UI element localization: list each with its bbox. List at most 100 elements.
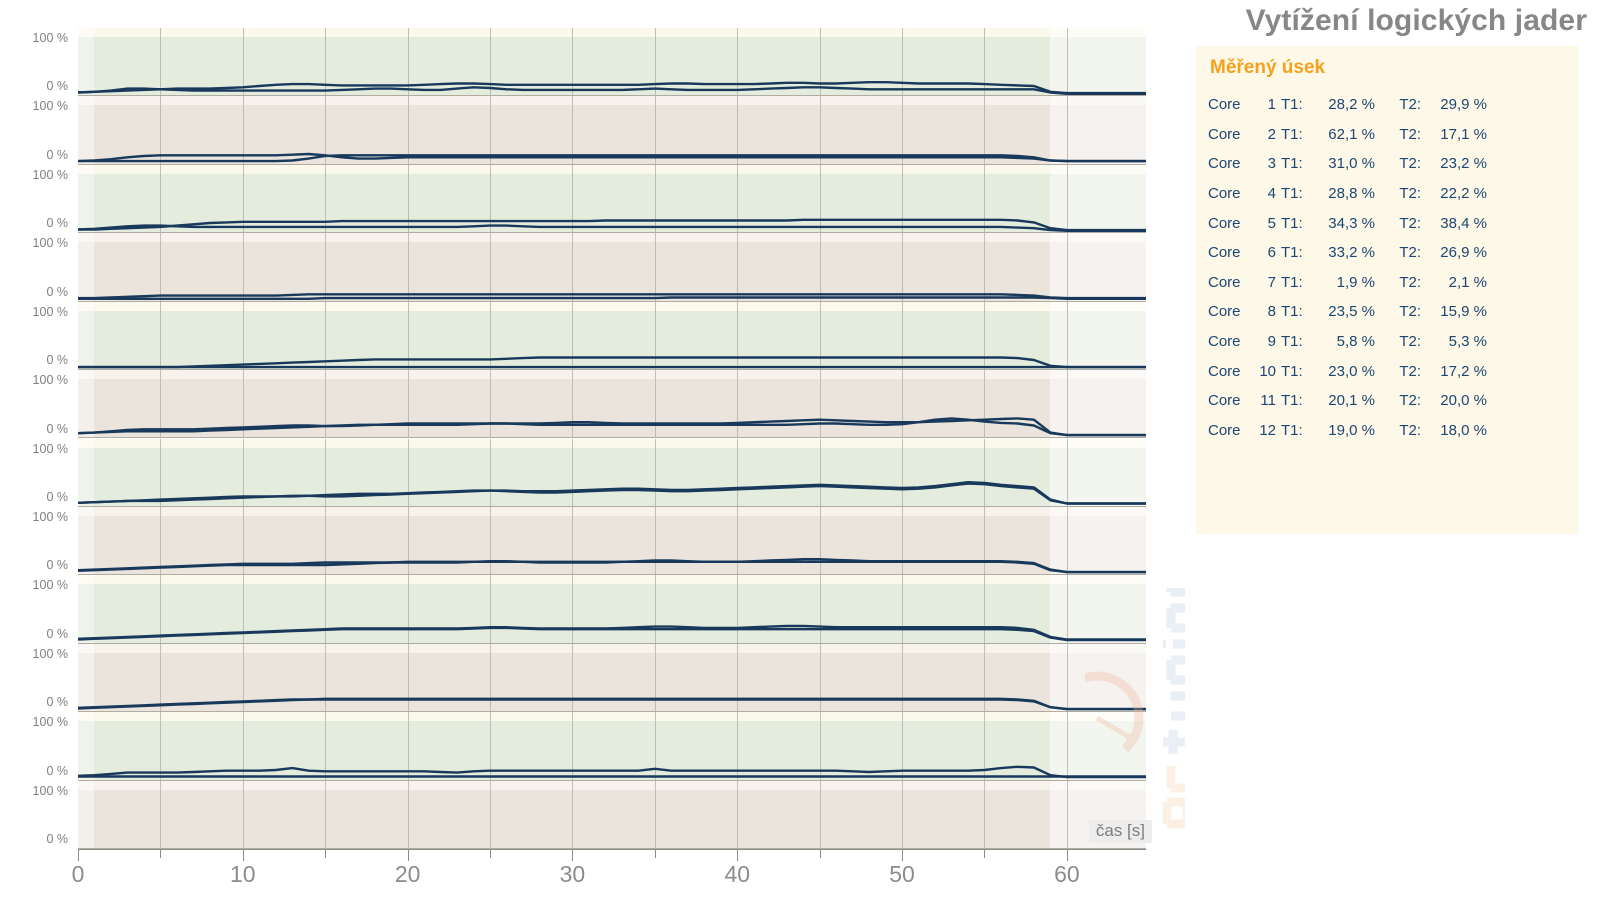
legend-t2-value: 26,9 % [1440,244,1487,262]
legend-row: Core 4 T1: 28,8 % T2: 22,2 % [1208,179,1568,209]
core-utilization-trace [77,481,1146,505]
legend-t1-label: T1: [1281,303,1303,321]
legend-row: Core 12 T1: 19,0 % T2: 18,0 % [1208,416,1568,446]
x-axis-major-tick [902,849,904,861]
legend-core-number: 4 [1267,185,1276,203]
legend-core-number: 7 [1267,273,1276,291]
legend-t2-value: 2,1 % [1448,273,1487,291]
legend-t1-value: 23,0 % [1328,362,1375,380]
legend-t1-label: T1: [1281,214,1303,232]
y-axis-label-100: 100 % [32,441,68,456]
legend-row: Core 3 T1: 31,0 % T2: 23,2 % [1208,149,1568,179]
legend-row: Core 11 T1: 20,1 % T2: 20,0 % [1208,386,1568,416]
legend-t1-label: T1: [1281,421,1303,439]
core-utilization-trace [77,698,1146,711]
y-axis-label-0: 0 % [46,489,68,504]
legend-t2-label: T2: [1399,303,1421,321]
legend-t2-value: 20,0 % [1440,392,1487,410]
side-panel: Vytížení logických jader Měřený úsek Cor… [1190,0,1599,897]
legend-t1-label: T1: [1281,273,1303,291]
x-axis-major-tick [78,849,79,861]
y-axis-label-100: 100 % [32,31,68,45]
legend-core-word: Core [1208,392,1241,410]
trace-canvas [77,480,1146,505]
core-panel [77,506,1146,576]
legend-t1-value: 28,2 % [1328,96,1375,114]
legend-t2-label: T2: [1399,125,1421,143]
legend-row: Core 7 T1: 1,9 % T2: 2,1 % [1208,268,1568,298]
core-panel [77,643,1146,713]
legend-row: Core 9 T1: 5,8 % T2: 5,3 % [1208,327,1568,357]
legend-t1-value: 62,1 % [1328,125,1375,143]
y-axis-label-100: 100 % [32,304,68,319]
x-axis-tick-label: 40 [724,861,751,887]
y-axis-label-0: 0 % [46,626,68,641]
legend-row-list: Core 1 T1: 28,2 % T2: 29,9 % Core 2 T1: 62,1 % T2:… [1208,90,1568,445]
y-axis-label-0: 0 % [46,353,68,368]
core-panel [78,301,1146,371]
legend-core-word: Core [1208,125,1241,143]
y-axis-label-100: 100 % [32,236,68,251]
core-utilization-trace [78,296,1146,301]
x-axis-tick-label: 20 [394,861,421,887]
x-axis-tick-label: 10 [230,861,256,887]
legend-t1-label: T1: [1281,125,1303,143]
legend-t2-label: T2: [1399,155,1421,173]
legend-t1-value: 31,0 % [1328,155,1375,173]
legend-core-word: Core [1208,421,1241,439]
core-utilization-trace [78,355,1146,368]
legend-core-word: Core [1208,273,1241,291]
x-axis-minor-tick [654,849,656,858]
x-axis-minor-tick [819,849,821,858]
legend-t2-label: T2: [1399,333,1421,351]
legend-t1-label: T1: [1281,96,1303,114]
legend-t2-value: 22,2 % [1440,185,1487,203]
y-axis-label-0: 0 % [46,832,68,846]
y-axis-label-0: 0 % [46,147,68,162]
trace-canvas [77,557,1146,574]
legend-core-word: Core [1208,214,1241,232]
x-axis-major-tick [737,849,739,861]
trace-canvas [78,293,1146,301]
legend-core-word: Core [1208,185,1241,203]
legend-core-number: 3 [1267,155,1276,173]
legend-core-number: 11 [1260,392,1276,410]
x-axis-tick-label: 60 [1054,861,1080,887]
legend-row: Core 8 T1: 23,5 % T2: 15,9 % [1208,297,1568,327]
trace-canvas [77,218,1146,232]
x-axis-title: čas [s] [1088,820,1152,843]
legend-t1-value: 20,1 % [1328,392,1375,410]
cpu-core-utilization-chart: 100 % 0 % 100 % 0 % 100 % 0 % 100 % 0 % 100 % 0 %… [0,0,1599,897]
legend-t2-value: 5,3 % [1448,333,1487,351]
legend-t1-value: 19,0 % [1328,421,1375,439]
trace-canvas [77,81,1146,96]
legend-t2-label: T2: [1399,273,1421,291]
legend-t1-label: T1: [1281,362,1303,380]
legend-core-number: 5 [1267,214,1276,232]
y-axis-label-0: 0 % [46,421,68,436]
y-axis-label-0: 0 % [46,763,68,778]
x-axis-minor-tick [984,849,986,858]
x-axis-tick-label: 30 [559,861,586,887]
y-axis-label-100: 100 % [32,99,68,114]
core-utilization-trace [77,224,1146,232]
y-axis-label-100: 100 % [32,646,68,661]
legend-row: Core 6 T1: 33,2 % T2: 26,9 % [1208,238,1568,268]
legend-t2-label: T2: [1399,185,1421,203]
y-axis-label-100: 100 % [32,578,68,593]
legend-box: Měřený úsek Core 1 T1: 28,2 % T2: 29,9 % Core 2… [1196,46,1578,534]
core-panel [77,712,1146,781]
core-panel [78,780,1146,849]
legend-row: Core 2 T1: 62,1 % T2: 17,1 % [1208,120,1568,150]
trace-canvas [77,625,1146,642]
legend-t2-value: 17,1 % [1440,125,1487,143]
legend-core-word: Core [1208,244,1241,262]
core-panel [77,164,1146,234]
legend-t2-label: T2: [1399,421,1421,439]
legend-core-number: 10 [1259,362,1276,380]
y-axis-label-100: 100 % [32,783,68,798]
legend-core-number: 8 [1267,303,1276,321]
core-panel [77,28,1146,97]
core-panel [77,370,1146,439]
legend-t2-label: T2: [1399,96,1421,114]
